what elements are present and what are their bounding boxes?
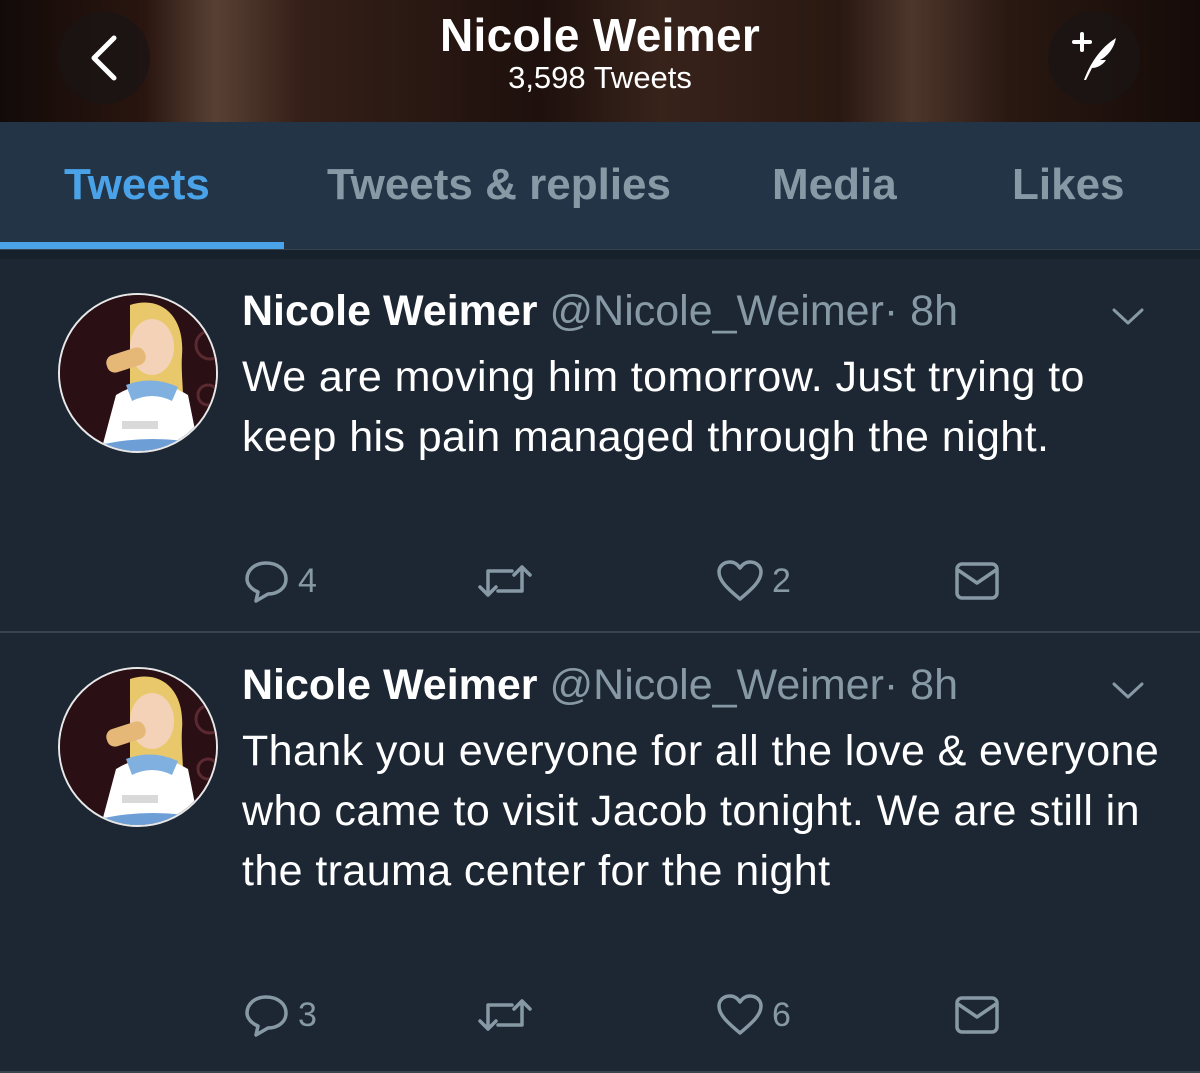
- retweet-icon: [478, 999, 532, 1031]
- page-title: Nicole Weimer: [439, 9, 761, 61]
- tweet-author-handle[interactable]: @Nicole_Weimer: [550, 661, 884, 709]
- retweet-icon: [478, 565, 532, 597]
- tweet-header: Nicole Weimer @Nicole_Weimer· 8h: [242, 287, 958, 336]
- tweet-author-name[interactable]: Nicole Weimer: [242, 661, 538, 709]
- tweet[interactable]: Nicole Weimer @Nicole_Weimer· 8h We are …: [0, 259, 1200, 633]
- compose-tweet-icon: [1072, 32, 1116, 80]
- tweet-author-handle[interactable]: @Nicole_Weimer: [550, 287, 884, 335]
- compose-tweet-button[interactable]: [1048, 12, 1140, 104]
- chevron-down-icon[interactable]: [1110, 305, 1146, 329]
- avatar[interactable]: [58, 667, 218, 827]
- avatar-image: [60, 669, 216, 825]
- active-tab-indicator: [0, 242, 284, 249]
- avatar-image: [60, 295, 216, 451]
- reply-count: 3: [298, 995, 317, 1034]
- tweet-text: Thank you everyone for all the love & ev…: [242, 727, 1160, 895]
- reply-button[interactable]: 4: [244, 559, 317, 603]
- tab-media[interactable]: Media: [772, 160, 897, 210]
- tab-tweets-and-replies[interactable]: Tweets & replies: [327, 160, 671, 210]
- tweet[interactable]: Nicole Weimer @Nicole_Weimer· 8h Thank y…: [0, 633, 1200, 1073]
- reply-button[interactable]: 3: [244, 993, 317, 1037]
- tweet-author-name[interactable]: Nicole Weimer: [242, 287, 538, 335]
- like-button[interactable]: 2: [716, 559, 791, 603]
- chevron-down-icon[interactable]: [1110, 679, 1146, 703]
- tweet-count: 3,598 Tweets: [508, 60, 692, 95]
- profile-tabs: Tweets Tweets & replies Media Likes: [0, 122, 1200, 250]
- envelope-icon: [955, 562, 999, 600]
- heart-icon: [717, 994, 763, 1035]
- tweet-timestamp: · 8h: [883, 287, 958, 335]
- tweet-timestamp: · 8h: [883, 661, 958, 709]
- tab-tweets[interactable]: Tweets: [64, 160, 210, 210]
- avatar[interactable]: [58, 293, 218, 453]
- direct-message-button[interactable]: [954, 561, 1000, 601]
- retweet-button[interactable]: [478, 995, 540, 1035]
- tweet-text: We are moving him tomorrow. Just trying …: [242, 353, 1085, 461]
- tab-likes[interactable]: Likes: [1012, 160, 1125, 210]
- envelope-icon: [955, 996, 999, 1034]
- tweet-header: Nicole Weimer @Nicole_Weimer· 8h: [242, 661, 958, 710]
- reply-icon: [245, 995, 288, 1037]
- profile-header: Nicole Weimer 3,598 Tweets: [0, 0, 1200, 122]
- like-count: 6: [772, 995, 791, 1034]
- divider: [0, 250, 1200, 259]
- like-button[interactable]: 6: [716, 993, 791, 1037]
- like-count: 2: [772, 561, 791, 600]
- reply-icon: [245, 561, 288, 603]
- retweet-button[interactable]: [478, 561, 540, 601]
- heart-icon: [717, 560, 763, 601]
- reply-count: 4: [298, 561, 317, 600]
- direct-message-button[interactable]: [954, 995, 1000, 1035]
